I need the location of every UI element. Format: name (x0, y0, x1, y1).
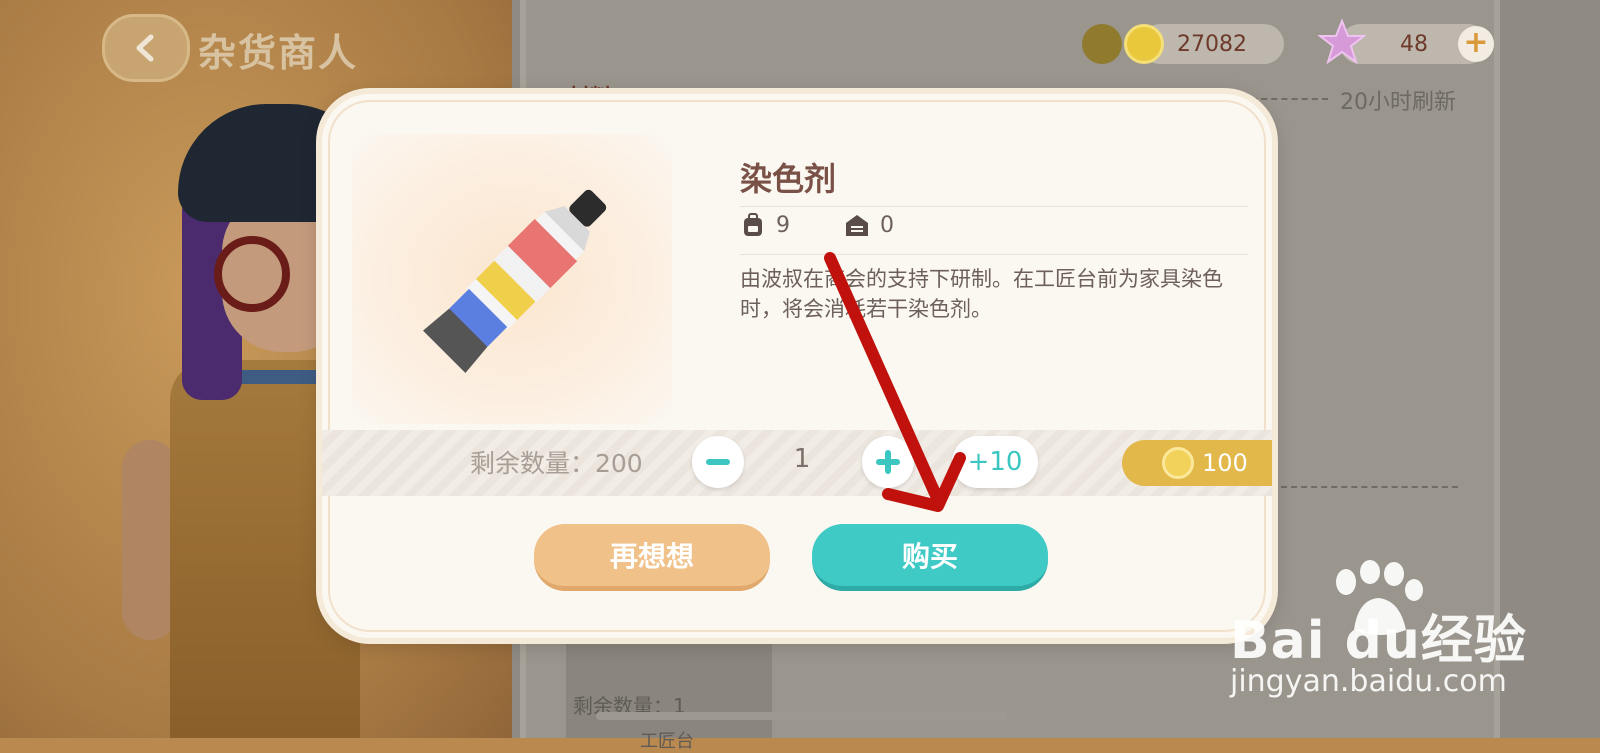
divider (740, 254, 1248, 255)
price-value: 100 (1202, 449, 1248, 477)
price-tag: 100 (1122, 440, 1272, 486)
warehouse-icon (846, 215, 868, 236)
item-title: 染色剂 (740, 160, 837, 198)
dye-tube-icon (423, 189, 607, 373)
minus-icon (706, 459, 730, 465)
warehouse-stat: 0 (844, 212, 894, 238)
purchase-dialog: 染色剂 9 0 由波叔在商会的支持下研制。在工匠台前为家具染色时，将会消耗若干染… (322, 94, 1272, 638)
coin-icon (1162, 447, 1194, 479)
merchant-glasses (214, 236, 290, 312)
back-button[interactable] (102, 14, 190, 82)
coin-ghost-icon (1082, 24, 1122, 64)
page-title: 杂货商人 (198, 31, 359, 75)
shop-item-name: 工匠台 (640, 731, 694, 752)
shop-item-card[interactable] (566, 626, 772, 738)
decrease-quantity-button[interactable] (692, 436, 744, 488)
buy-button[interactable]: 购买 (812, 524, 1048, 591)
watermark-url: jingyan.baidu.com (1230, 664, 1507, 699)
divider (740, 206, 1248, 207)
backpack-count: 9 (776, 212, 790, 238)
star-icon (1318, 18, 1366, 65)
backpack-icon (744, 213, 762, 236)
refresh-timer: 20小时刷新 (1340, 90, 1456, 115)
watermark-brand: Bai du经验 (1230, 611, 1527, 671)
coin-icon (1124, 24, 1164, 64)
item-image-frame (352, 134, 672, 424)
add-stars-button[interactable]: + (1458, 26, 1494, 62)
warehouse-count: 0 (880, 212, 894, 238)
cancel-button[interactable]: 再想想 (534, 524, 770, 591)
backpack-stat: 9 (740, 212, 790, 238)
back-arrow-icon (136, 34, 154, 62)
remaining-stock: 剩余数量：200 (470, 449, 643, 478)
item-description: 由波叔在商会的支持下研制。在工匠台前为家具染色时，将会消耗若干染色剂。 (740, 267, 1223, 321)
scrollbar[interactable] (596, 712, 1008, 720)
annotation-arrow-icon (824, 252, 966, 512)
